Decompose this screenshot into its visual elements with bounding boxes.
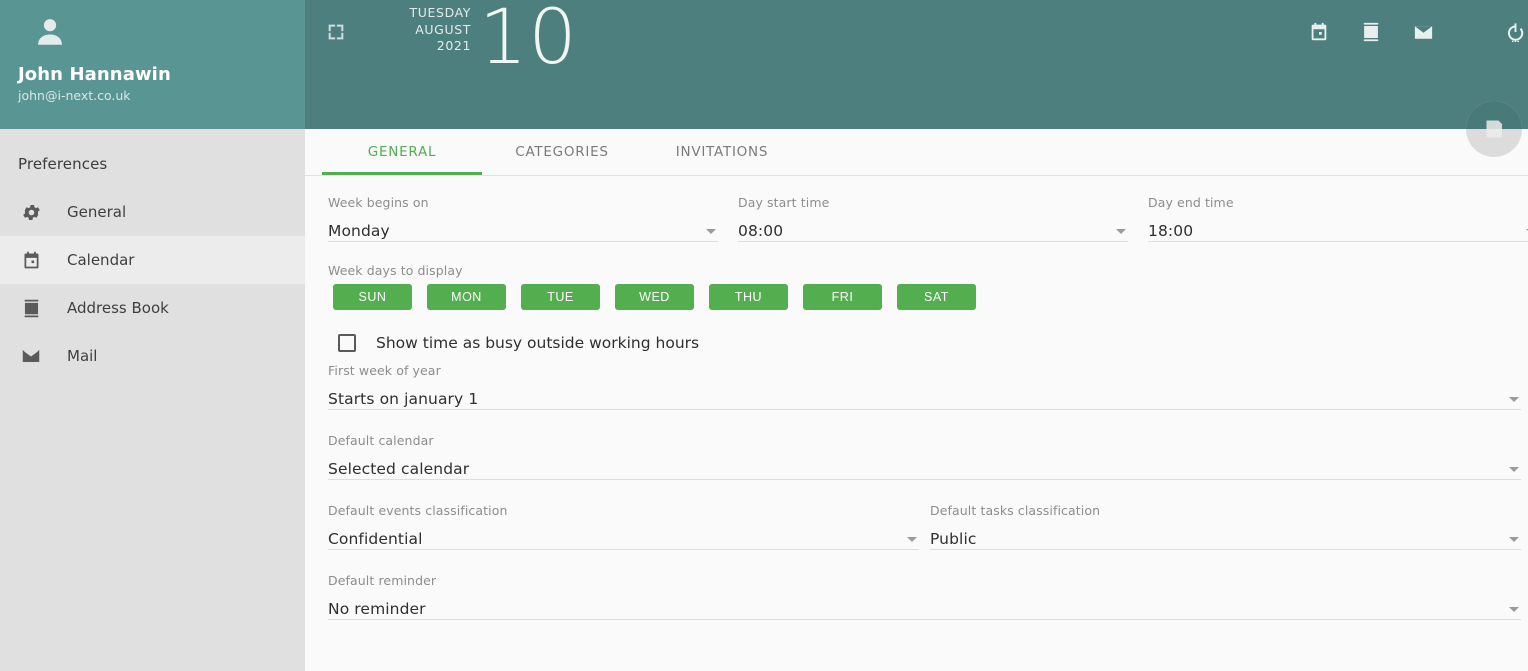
day-start-time-select[interactable]: 08:00 [738, 215, 1128, 242]
chevron-down-icon [1116, 229, 1126, 234]
default-reminder-field: Default reminder No reminder [328, 573, 1521, 620]
field-label: Default calendar [328, 433, 434, 448]
tab-categories[interactable]: CATEGORIES [482, 129, 642, 175]
week-day-button-sun[interactable]: SUN [333, 284, 412, 310]
fullscreen-icon[interactable] [325, 21, 347, 43]
address-book-icon [18, 295, 44, 321]
form-row-classifications: Default events classification Confidenti… [328, 503, 1528, 550]
week-day-button-fri[interactable]: FRI [803, 284, 882, 310]
tab-invitations[interactable]: INVITATIONS [642, 129, 802, 175]
person-icon [33, 14, 67, 54]
field-label: Day end time [1148, 195, 1234, 210]
form-row-times: Week begins on Monday Day start time 08:… [328, 195, 1528, 242]
tab-bar: GENERAL CATEGORIES INVITATIONS [305, 129, 1528, 176]
week-day-button-wed[interactable]: WED [615, 284, 694, 310]
field-value: Monday [328, 222, 390, 240]
sidebar-item-label: General [67, 202, 127, 221]
sidebar-item-mail[interactable]: Mail [0, 332, 305, 380]
sidebar: John Hannawin john@i-next.co.uk Preferen… [0, 0, 305, 671]
sidebar-item-general[interactable]: General [0, 188, 305, 236]
busy-outside-hours-row: Show time as busy outside working hours [328, 334, 1528, 352]
field-value: 08:00 [738, 222, 784, 240]
sidebar-item-label: Mail [67, 346, 98, 365]
chevron-down-icon [1509, 397, 1519, 402]
header-actions [1293, 0, 1528, 64]
profile-name: John Hannawin [18, 64, 171, 85]
app-root: John Hannawin john@i-next.co.uk Preferen… [0, 0, 1528, 671]
day-end-time-field: Day end time 18:00 [1148, 195, 1528, 242]
gear-icon [18, 199, 44, 225]
week-begins-on-select[interactable]: Monday [328, 215, 718, 242]
week-day-button-tue[interactable]: TUE [521, 284, 600, 310]
week-day-button-sat[interactable]: SAT [897, 284, 976, 310]
profile-panel: John Hannawin john@i-next.co.uk [0, 0, 305, 129]
field-label: Week begins on [328, 195, 429, 210]
save-button[interactable] [1466, 101, 1522, 157]
preferences-form: Week begins on Monday Day start time 08:… [305, 176, 1528, 620]
tab-general[interactable]: GENERAL [322, 129, 482, 175]
week-days-section: Week days to display SUN MON TUE WED THU… [328, 263, 1528, 310]
field-label: Day start time [738, 195, 830, 210]
busy-outside-hours-label: Show time as busy outside working hours [376, 334, 700, 352]
sidebar-nav: General Calendar Address Book Mail [0, 188, 305, 380]
sidebar-item-label: Calendar [67, 250, 135, 269]
save-icon [1486, 120, 1502, 138]
day-start-time-field: Day start time 08:00 [738, 195, 1128, 242]
power-icon[interactable] [1489, 6, 1528, 58]
week-day-button-thu[interactable]: THU [709, 284, 788, 310]
day-end-time-select[interactable]: 18:00 [1148, 215, 1528, 242]
first-week-of-year-field: First week of year Starts on january 1 [328, 363, 1521, 410]
header-date: TUESDAY AUGUST 2021 [345, 5, 471, 55]
mail-icon [18, 343, 44, 369]
tasks-classification-select[interactable]: Public [930, 523, 1521, 550]
default-reminder-select[interactable]: No reminder [328, 593, 1521, 620]
calendar-icon [18, 247, 44, 273]
field-label: Default reminder [328, 573, 437, 588]
default-calendar-field: Default calendar Selected calendar [328, 433, 1521, 480]
address-book-icon[interactable] [1345, 6, 1397, 58]
main-area: TUESDAY AUGUST 2021 10 GENERAL CATEGORIE… [305, 0, 1528, 671]
field-label: Default events classification [328, 503, 508, 518]
chevron-down-icon [907, 537, 917, 542]
events-classification-field: Default events classification Confidenti… [328, 503, 919, 550]
field-value: No reminder [328, 600, 426, 618]
mail-icon[interactable] [1397, 6, 1449, 58]
chevron-down-icon [706, 229, 716, 234]
chevron-down-icon [1509, 537, 1519, 542]
week-day-buttons: SUN MON TUE WED THU FRI SAT [328, 284, 1528, 310]
first-week-of-year-select[interactable]: Starts on january 1 [328, 383, 1521, 410]
tasks-classification-field: Default tasks classification Public [930, 503, 1521, 550]
header-month: AUGUST [415, 21, 471, 37]
week-begins-on-field: Week begins on Monday [328, 195, 718, 242]
default-calendar-select[interactable]: Selected calendar [328, 453, 1521, 480]
field-label: Default tasks classification [930, 503, 1101, 518]
busy-outside-hours-checkbox[interactable] [338, 334, 356, 352]
sidebar-item-label: Address Book [67, 298, 169, 317]
top-header: TUESDAY AUGUST 2021 10 [305, 0, 1528, 129]
calendar-icon[interactable] [1293, 6, 1345, 58]
sidebar-item-calendar[interactable]: Calendar [0, 236, 305, 284]
field-value: Public [930, 530, 977, 548]
header-weekday: TUESDAY [409, 5, 471, 20]
sidebar-item-address-book[interactable]: Address Book [0, 284, 305, 332]
field-value: Selected calendar [328, 460, 470, 478]
header-day-number: 10 [479, 0, 578, 81]
field-value: 18:00 [1148, 222, 1194, 240]
field-label: First week of year [328, 363, 441, 378]
field-value: Starts on january 1 [328, 390, 479, 408]
profile-email: john@i-next.co.uk [18, 88, 131, 103]
week-day-button-mon[interactable]: MON [427, 284, 506, 310]
field-value: Confidential [328, 530, 423, 548]
header-year: 2021 [436, 38, 471, 53]
chevron-down-icon [1509, 467, 1519, 472]
events-classification-select[interactable]: Confidential [328, 523, 919, 550]
week-days-label: Week days to display [328, 263, 463, 278]
preferences-title: Preferences [18, 155, 108, 173]
chevron-down-icon [1509, 607, 1519, 612]
